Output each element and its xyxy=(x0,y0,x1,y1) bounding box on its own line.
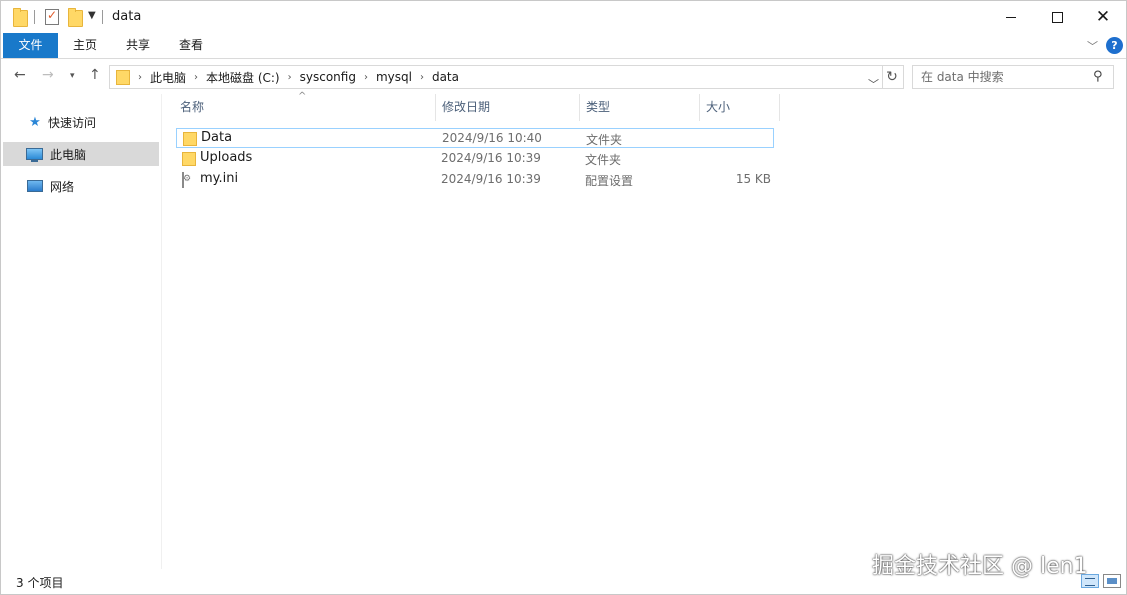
close-button[interactable]: ✕ xyxy=(1080,1,1126,33)
file-type: 文件夹 xyxy=(586,133,623,147)
breadcrumb-separator-icon[interactable]: › xyxy=(364,72,368,83)
window-title: data xyxy=(112,9,142,24)
column-header-type[interactable]: 类型 xyxy=(580,94,700,121)
tab-file[interactable]: 文件 xyxy=(3,33,58,58)
star-icon: ★ xyxy=(29,114,41,130)
file-type: 配置设置 xyxy=(585,174,634,188)
details-view-icon[interactable] xyxy=(1081,574,1099,588)
folder-icon xyxy=(182,152,196,166)
folder-icon xyxy=(183,132,197,146)
watermark: 掘金技术社区 @ len1 xyxy=(872,554,1088,579)
tab-share[interactable]: 共享 xyxy=(114,33,162,58)
address-row: ← → ▾ ↑ › 此电脑 › 本地磁盘 (C:) › sysconfig › … xyxy=(1,59,1126,93)
search-input[interactable] xyxy=(919,68,1088,86)
file-name: my.ini xyxy=(200,171,239,186)
breadcrumb-separator-icon[interactable]: › xyxy=(194,72,198,83)
address-bar[interactable]: › 此电脑 › 本地磁盘 (C:) › sysconfig › mysql › … xyxy=(109,65,883,92)
refresh-button[interactable]: ↻ xyxy=(881,65,904,89)
status-bar: 3 个项目 掘金技术社区 @ len1 xyxy=(1,554,1126,594)
file-row[interactable]: my.ini 2024/9/16 10:39 配置设置 15 KB xyxy=(176,170,774,190)
file-date: 2024/9/16 10:39 xyxy=(441,151,541,165)
search-icon[interactable]: ⚲ xyxy=(1093,69,1103,84)
nav-item-label: 快速访问 xyxy=(48,115,97,130)
file-date: 2024/9/16 10:40 xyxy=(442,131,542,145)
tab-home[interactable]: 主页 xyxy=(61,33,109,58)
divider xyxy=(34,10,35,24)
network-icon xyxy=(27,180,43,192)
maximize-icon xyxy=(1051,11,1063,23)
properties-icon[interactable] xyxy=(45,8,59,25)
close-icon: ✕ xyxy=(1095,6,1111,27)
customize-toolbar-dropdown-icon[interactable]: ▼ xyxy=(88,10,96,21)
folder-icon xyxy=(13,8,28,27)
nav-item-this-pc[interactable]: 此电脑 xyxy=(3,142,159,166)
file-explorer-window: ▼ data ✕ 文件 主页 共享 查看 ﹀ ? ← → ▾ ↑ › 此电脑 xyxy=(0,0,1127,595)
nav-item-label: 网络 xyxy=(50,179,75,194)
file-name: Data xyxy=(201,130,233,145)
breadcrumb-sysconfig[interactable]: sysconfig xyxy=(300,70,356,84)
file-row[interactable]: Uploads 2024/9/16 10:39 文件夹 xyxy=(176,149,774,169)
forward-arrow-icon[interactable]: → xyxy=(42,67,54,83)
nav-item-label: 此电脑 xyxy=(50,147,87,162)
computer-icon xyxy=(26,148,43,162)
file-date: 2024/9/16 10:39 xyxy=(441,172,541,186)
back-arrow-icon[interactable]: ← xyxy=(14,67,26,83)
address-dropdown-chevron-icon[interactable]: ﹀ xyxy=(868,76,879,92)
folder-icon xyxy=(116,70,130,85)
divider xyxy=(102,10,103,24)
up-arrow-icon[interactable]: ↑ xyxy=(89,67,101,83)
column-header-size[interactable]: 大小 xyxy=(700,94,780,121)
ribbon-tabs: 文件 主页 共享 查看 ﹀ ? xyxy=(1,33,1126,59)
nav-item-quick-access[interactable]: ★ 快速访问 xyxy=(3,110,159,134)
breadcrumb-this-pc[interactable]: 此电脑 xyxy=(150,69,186,86)
ini-file-icon xyxy=(182,172,184,188)
search-box[interactable]: ⚲ xyxy=(912,65,1114,89)
breadcrumb-separator-icon[interactable]: › xyxy=(288,72,292,83)
navigation-pane: ★ 快速访问 此电脑 网络 xyxy=(1,94,162,569)
file-list: ^ 名称 修改日期 类型 大小 Data 2024/9/16 10:40 文件夹… xyxy=(162,91,1126,569)
recent-locations-chevron-icon[interactable]: ▾ xyxy=(70,71,75,81)
minimize-button[interactable] xyxy=(988,1,1034,33)
expand-ribbon-chevron-icon[interactable]: ﹀ xyxy=(1087,38,1098,54)
breadcrumb-data[interactable]: data xyxy=(432,70,459,84)
title-bar: ▼ data ✕ xyxy=(1,1,1126,33)
minimize-icon xyxy=(1006,16,1016,18)
refresh-icon: ↻ xyxy=(886,69,898,85)
breadcrumb-mysql[interactable]: mysql xyxy=(376,70,412,84)
item-count: 3 个项目 xyxy=(16,576,64,590)
new-folder-icon[interactable] xyxy=(68,8,83,27)
breadcrumb-separator-icon[interactable]: › xyxy=(420,72,424,83)
file-row[interactable]: Data 2024/9/16 10:40 文件夹 xyxy=(176,128,774,148)
large-icons-view-icon[interactable] xyxy=(1103,574,1121,588)
help-icon[interactable]: ? xyxy=(1106,37,1123,54)
breadcrumb-separator-icon[interactable]: › xyxy=(138,72,142,83)
breadcrumb: › 此电脑 › 本地磁盘 (C:) › sysconfig › mysql › … xyxy=(134,66,463,88)
tab-view[interactable]: 查看 xyxy=(167,33,215,58)
file-type: 文件夹 xyxy=(585,153,622,167)
file-size: 15 KB xyxy=(735,172,771,186)
column-header-date[interactable]: 修改日期 xyxy=(436,94,580,121)
maximize-button[interactable] xyxy=(1034,1,1080,33)
file-name: Uploads xyxy=(200,150,253,165)
nav-item-network[interactable]: 网络 xyxy=(3,174,159,198)
breadcrumb-local-disk[interactable]: 本地磁盘 (C:) xyxy=(206,69,280,86)
column-header-name[interactable]: 名称 xyxy=(174,94,436,121)
